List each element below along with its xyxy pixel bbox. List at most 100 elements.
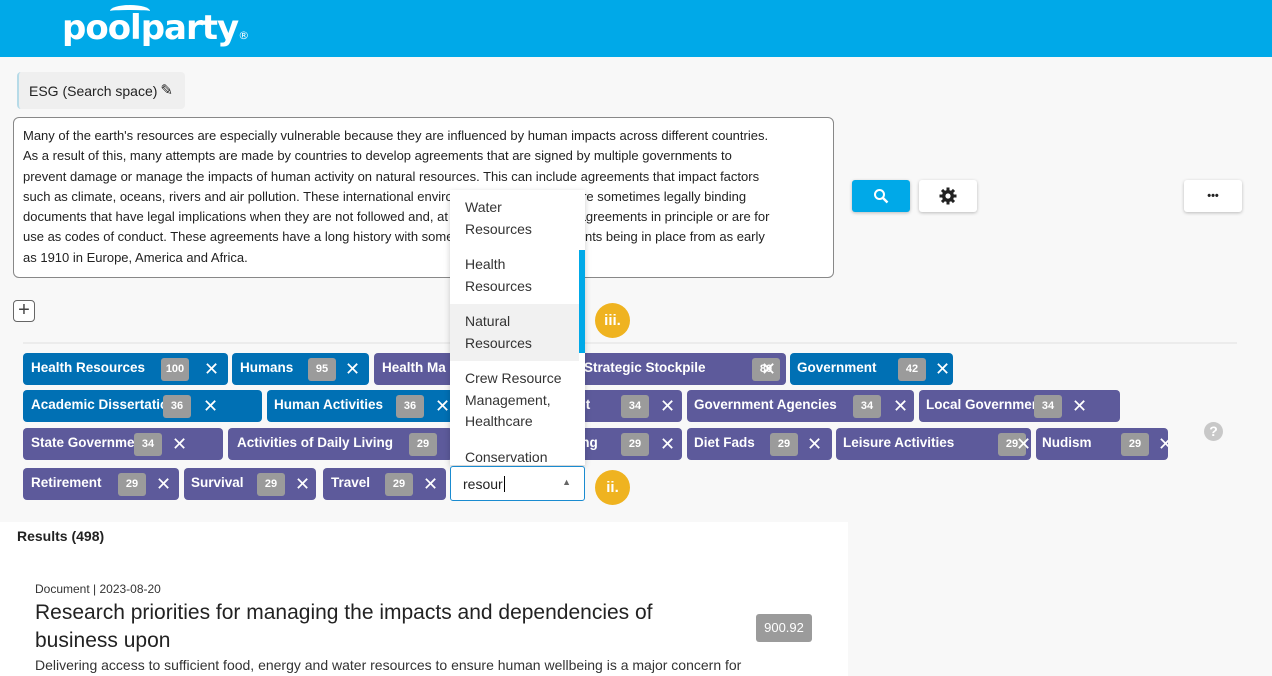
more-icon: •••: [1207, 190, 1219, 202]
concept-chip[interactable]: Survival 29 ✕: [184, 468, 316, 500]
search-space-label: ESG (Search space): [29, 83, 158, 99]
close-icon[interactable]: ✕: [1016, 433, 1031, 455]
chip-label: Travel: [331, 475, 371, 490]
add-query-button[interactable]: +: [13, 300, 35, 322]
concept-chip[interactable]: Diet Fads 29 ✕: [687, 428, 832, 460]
query-line: prevent damage or manage the impacts of …: [23, 168, 760, 184]
search-icon: [874, 189, 889, 204]
app-header: poolparty®: [0, 0, 1272, 57]
concept-chip[interactable]: Nudism 29 ✕: [1036, 428, 1168, 460]
chip-count: 34: [853, 395, 881, 418]
query-textarea[interactable]: Many of the earth's resources are especi…: [13, 117, 834, 278]
close-icon[interactable]: ✕: [893, 395, 908, 417]
query-line: such as climate, oceans, rivers and air …: [23, 188, 747, 204]
chip-label: Leisure Activities: [843, 435, 955, 450]
text-cursor: [503, 476, 505, 492]
help-icon[interactable]: ?: [1204, 422, 1223, 441]
gear-icon: [939, 187, 957, 205]
close-icon[interactable]: ✕: [204, 358, 219, 380]
chip-label: Humans: [240, 360, 294, 375]
chip-count: 100: [161, 358, 189, 381]
dropdown-scrollbar[interactable]: [579, 250, 585, 353]
close-icon[interactable]: ✕: [935, 358, 950, 380]
close-icon[interactable]: ✕: [345, 358, 360, 380]
concept-chip[interactable]: Travel 29 ✕: [323, 468, 446, 500]
registered-mark: ®: [238, 29, 249, 42]
chip-label: Government: [797, 360, 877, 375]
chip-label: Local Government: [926, 397, 1045, 412]
chip-count: 29: [770, 433, 798, 456]
chip-count: 29: [409, 433, 437, 456]
close-icon[interactable]: ✕: [660, 433, 675, 455]
chip-count: 29: [621, 433, 649, 456]
concept-chip[interactable]: Government Agencies 34 ✕: [687, 390, 914, 422]
search-space-selector[interactable]: ESG (Search space) ✎: [17, 72, 185, 109]
close-icon[interactable]: ✕: [1158, 433, 1168, 455]
concept-chip[interactable]: Academic Dissertations 36 ✕: [23, 390, 262, 422]
query-line: use as codes of conduct. These agreement…: [23, 229, 765, 245]
close-icon[interactable]: ✕: [172, 433, 187, 455]
chip-label: Survival: [191, 475, 244, 490]
result-score: 900.92: [756, 614, 812, 642]
concept-chip[interactable]: Activities of Daily Living29✕: [228, 428, 453, 460]
close-icon[interactable]: ✕: [156, 473, 171, 495]
chip-label: Health Ma: [382, 360, 446, 375]
results-panel: Results (498) Document | 2023-08-20 Rese…: [0, 522, 848, 676]
chip-label: Government Agencies: [694, 397, 837, 412]
close-icon[interactable]: ✕: [423, 473, 438, 495]
result-meta: Document | 2023-08-20: [35, 582, 161, 596]
annotation-badge-ii: ii.: [595, 470, 630, 505]
caret-up-icon[interactable]: ▲: [562, 477, 571, 487]
settings-button[interactable]: [919, 180, 977, 212]
close-icon[interactable]: ✕: [761, 358, 776, 380]
close-icon[interactable]: ✕: [435, 395, 450, 417]
chip-label: Health Resources: [31, 360, 146, 375]
close-icon[interactable]: ✕: [295, 473, 310, 495]
concept-chip[interactable]: Government 42 ✕: [790, 353, 953, 385]
dropdown-option[interactable]: Water Resources: [450, 190, 579, 247]
chip-label: State Government: [31, 435, 148, 450]
concept-input-value: resour: [463, 476, 503, 492]
close-icon[interactable]: ✕: [807, 433, 822, 455]
concept-search-input[interactable]: resour ▲: [450, 466, 585, 501]
divider: [23, 342, 1237, 344]
concept-chip[interactable]: State Government 34 ✕: [23, 428, 223, 460]
concept-chip[interactable]: Local Government 34 ✕: [919, 390, 1120, 422]
query-line: documents that have legal implications w…: [23, 209, 770, 225]
chip-count: 34: [621, 395, 649, 418]
chip-count: 29: [385, 473, 413, 496]
close-icon[interactable]: ✕: [203, 395, 218, 417]
logo-text: poolparty: [62, 8, 239, 48]
close-icon[interactable]: ✕: [660, 395, 675, 417]
chip-count: 95: [308, 358, 336, 381]
dropdown-option[interactable]: Crew Resource Management, Healthcare: [450, 361, 579, 440]
dropdown-option[interactable]: Conservation: [450, 440, 579, 466]
query-line: As a result of this, many attempts are m…: [23, 148, 732, 164]
logo[interactable]: poolparty®: [62, 8, 249, 48]
concept-chip[interactable]: Humans 95 ✕: [232, 353, 369, 385]
more-options-button[interactable]: •••: [1184, 180, 1242, 212]
chip-label: Activities of Daily Living: [237, 435, 394, 450]
plus-icon: +: [18, 299, 30, 321]
chip-label: Academic Dissertations: [31, 397, 185, 412]
results-heading: Results (498): [17, 528, 105, 544]
search-button[interactable]: [852, 180, 910, 212]
concept-chip[interactable]: Health Resources 100 ✕: [23, 353, 228, 385]
result-snippet: Delivering access to sufficient food, en…: [35, 657, 742, 673]
chip-count: 34: [1034, 395, 1062, 418]
chip-count: 29: [257, 473, 285, 496]
pencil-icon[interactable]: ✎: [160, 81, 173, 99]
chip-count: 29: [118, 473, 146, 496]
concept-chip[interactable]: Leisure Activities 29 ✕: [836, 428, 1031, 460]
result-title[interactable]: Research priorities for managing the imp…: [35, 599, 735, 655]
query-line: as 1910 in Europe, America and Africa.: [23, 249, 248, 265]
chip-count: 36: [396, 395, 424, 418]
dropdown-option-highlighted[interactable]: Natural Resources: [450, 304, 579, 361]
close-icon[interactable]: ✕: [1072, 395, 1087, 417]
chip-label: Diet Fads: [694, 435, 755, 450]
dropdown-option[interactable]: Health Resources: [450, 247, 579, 304]
concept-chip[interactable]: Human Activities 36 ✕: [267, 390, 467, 422]
chip-count: 29: [1121, 433, 1149, 456]
annotation-badge-iii: iii.: [595, 303, 630, 338]
concept-chip[interactable]: Retirement 29 ✕: [23, 468, 179, 500]
